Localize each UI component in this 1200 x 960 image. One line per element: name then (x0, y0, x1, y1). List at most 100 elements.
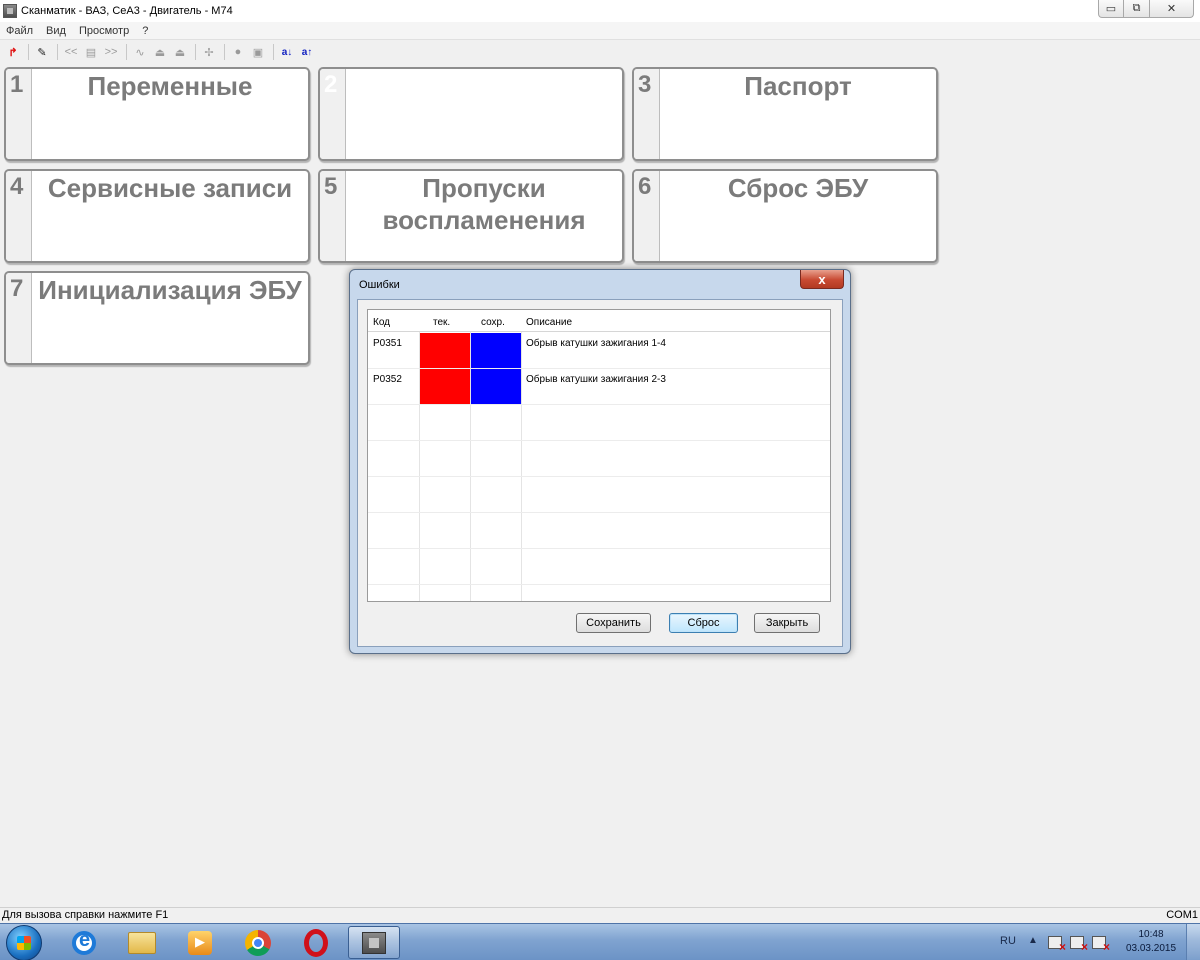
errors-table[interactable]: Код тек. сохр. Описание P0351 Обрыв кату… (367, 309, 831, 602)
taskbar-scanmatik[interactable] (348, 926, 400, 959)
toolbar-separator (224, 44, 225, 60)
status-hint: Для вызова справки нажмите F1 (2, 909, 169, 921)
title-bar: Сканматик - ВАЗ, СеА3 - Двигатель - М74 … (0, 0, 1200, 22)
wave-icon[interactable]: ∿ (131, 43, 149, 61)
taskbar-explorer[interactable] (116, 926, 168, 959)
tile-variables[interactable]: 1 Переменные (4, 67, 310, 161)
close-window-button[interactable]: ✕ (1150, 0, 1194, 18)
row-divider (368, 512, 830, 513)
minimize-button[interactable]: ▭ (1098, 0, 1124, 18)
saved-flag (471, 369, 521, 404)
scanmatik-icon (362, 931, 386, 954)
restore-button[interactable]: ⧉ (1124, 0, 1150, 18)
taskbar-opera[interactable] (290, 926, 342, 959)
current-flag (420, 333, 470, 368)
toolbar-separator (195, 44, 196, 60)
toolbar-separator (126, 44, 127, 60)
current-flag (420, 369, 470, 404)
column-header-description: Описание (526, 317, 573, 328)
tile-number: 5 (324, 173, 338, 200)
menu-view[interactable]: Вид (46, 25, 66, 37)
table-header: Код тек. сохр. Описание (368, 310, 830, 332)
tile-number: 1 (10, 71, 24, 98)
plug-icon[interactable]: ✢ (200, 43, 218, 61)
tile-label: Пропуски воспламенения (382, 173, 586, 235)
window-controls: ▭ ⧉ ✕ (1098, 0, 1194, 18)
taskbar-chrome[interactable] (232, 926, 284, 959)
next-icon[interactable]: >> (102, 43, 120, 61)
column-header-code: Код (373, 317, 391, 328)
tile-errors[interactable]: 2 Ошибки (318, 67, 624, 161)
show-desktop-button[interactable] (1186, 924, 1200, 960)
row-divider (368, 440, 830, 441)
edit-note-icon[interactable]: ✎ (33, 43, 51, 61)
dialog-close-button[interactable]: x (800, 270, 844, 289)
dialog-title: Ошибки (359, 279, 400, 291)
app-icon (3, 4, 17, 18)
tray-expand-icon[interactable]: ▲ (1028, 935, 1038, 946)
toolbar-separator (273, 44, 274, 60)
save-button[interactable]: Сохранить (576, 613, 651, 633)
status-port: COM1 (1166, 909, 1198, 921)
tile-number: 6 (638, 173, 652, 200)
action-center-icon[interactable] (1070, 936, 1088, 954)
record-icon[interactable]: ● (229, 43, 247, 61)
tile-misfires[interactable]: 5 Пропуски воспламенения (318, 169, 624, 263)
tile-number: 3 (638, 71, 652, 98)
row-divider (368, 548, 830, 549)
table-row[interactable]: P0351 Обрыв катушки зажигания 1-4 (368, 333, 830, 368)
row-divider (368, 476, 830, 477)
dialog-body: Код тек. сохр. Описание P0351 Обрыв кату… (357, 299, 843, 647)
font-increase-icon[interactable]: a↑ (298, 43, 316, 61)
record-down-icon[interactable]: ⏏ (151, 43, 169, 61)
taskbar-media-player[interactable] (174, 926, 226, 959)
network-disconnected-icon[interactable] (1092, 936, 1110, 954)
row-divider (368, 404, 830, 405)
tile-ecu-reset[interactable]: 6 Сброс ЭБУ (632, 169, 938, 263)
tile-number: 7 (10, 275, 24, 302)
tile-label: Инициализация ЭБУ (38, 275, 302, 305)
saved-flag (471, 333, 521, 368)
start-button[interactable] (6, 925, 42, 960)
tile-label: Сброс ЭБУ (727, 173, 869, 203)
media-player-icon (188, 930, 212, 955)
taskbar-ie[interactable] (58, 926, 110, 959)
save-disk-icon[interactable]: ▣ (249, 43, 267, 61)
column-header-saved: сохр. (481, 317, 505, 328)
toolbar-separator (28, 44, 29, 60)
toolbar: ↱ ✎ << ▤ >> ∿ ⏏ ⏏ ✢ ● ▣ a↓ a↑ (0, 41, 1200, 63)
tile-passport[interactable]: 3 Паспорт (632, 67, 938, 161)
menu-file[interactable]: Файл (6, 25, 33, 37)
reset-button[interactable]: Сброс (669, 613, 738, 633)
volume-muted-icon[interactable] (1048, 936, 1066, 954)
table-row[interactable]: P0352 Обрыв катушки зажигания 2-3 (368, 369, 830, 404)
clock-date: 03.03.2015 (1125, 943, 1177, 954)
tile-ecu-init[interactable]: 7 Инициализация ЭБУ (4, 271, 310, 365)
record-up-icon[interactable]: ⏏ (171, 43, 189, 61)
language-indicator[interactable]: RU (1000, 935, 1016, 947)
taskbar: RU ▲ 10:48 03.03.2015 (0, 923, 1200, 960)
error-description: Обрыв катушки зажигания 1-4 (526, 338, 666, 349)
error-code: P0352 (373, 374, 402, 385)
error-code: P0351 (373, 338, 402, 349)
menu-help[interactable]: ? (142, 25, 148, 37)
chrome-icon (245, 929, 271, 956)
tile-label: Паспорт (744, 71, 852, 101)
status-bar: Для вызова справки нажмите F1 COM1 (0, 907, 1200, 923)
menu-bar: Файл Вид Просмотр ? (0, 22, 1200, 40)
tile-number: 2 (324, 71, 338, 98)
menu-browse[interactable]: Просмотр (79, 25, 129, 37)
toolbar-separator (57, 44, 58, 60)
tile-number: 4 (10, 173, 24, 200)
clock-time: 10:48 (1138, 929, 1164, 940)
internet-explorer-icon (72, 929, 96, 955)
font-decrease-icon[interactable]: a↓ (278, 43, 296, 61)
prev-icon[interactable]: << (62, 43, 80, 61)
connect-arrow-icon[interactable]: ↱ (4, 43, 22, 61)
tile-label: Сервисные записи (47, 173, 293, 203)
clock[interactable]: 10:48 03.03.2015 (1122, 928, 1180, 956)
list-icon[interactable]: ▤ (82, 43, 100, 61)
errors-dialog: Ошибки x Код тек. сохр. Описание P0351 О… (349, 269, 851, 654)
tile-service-records[interactable]: 4 Сервисные записи (4, 169, 310, 263)
close-button[interactable]: Закрыть (754, 613, 820, 633)
